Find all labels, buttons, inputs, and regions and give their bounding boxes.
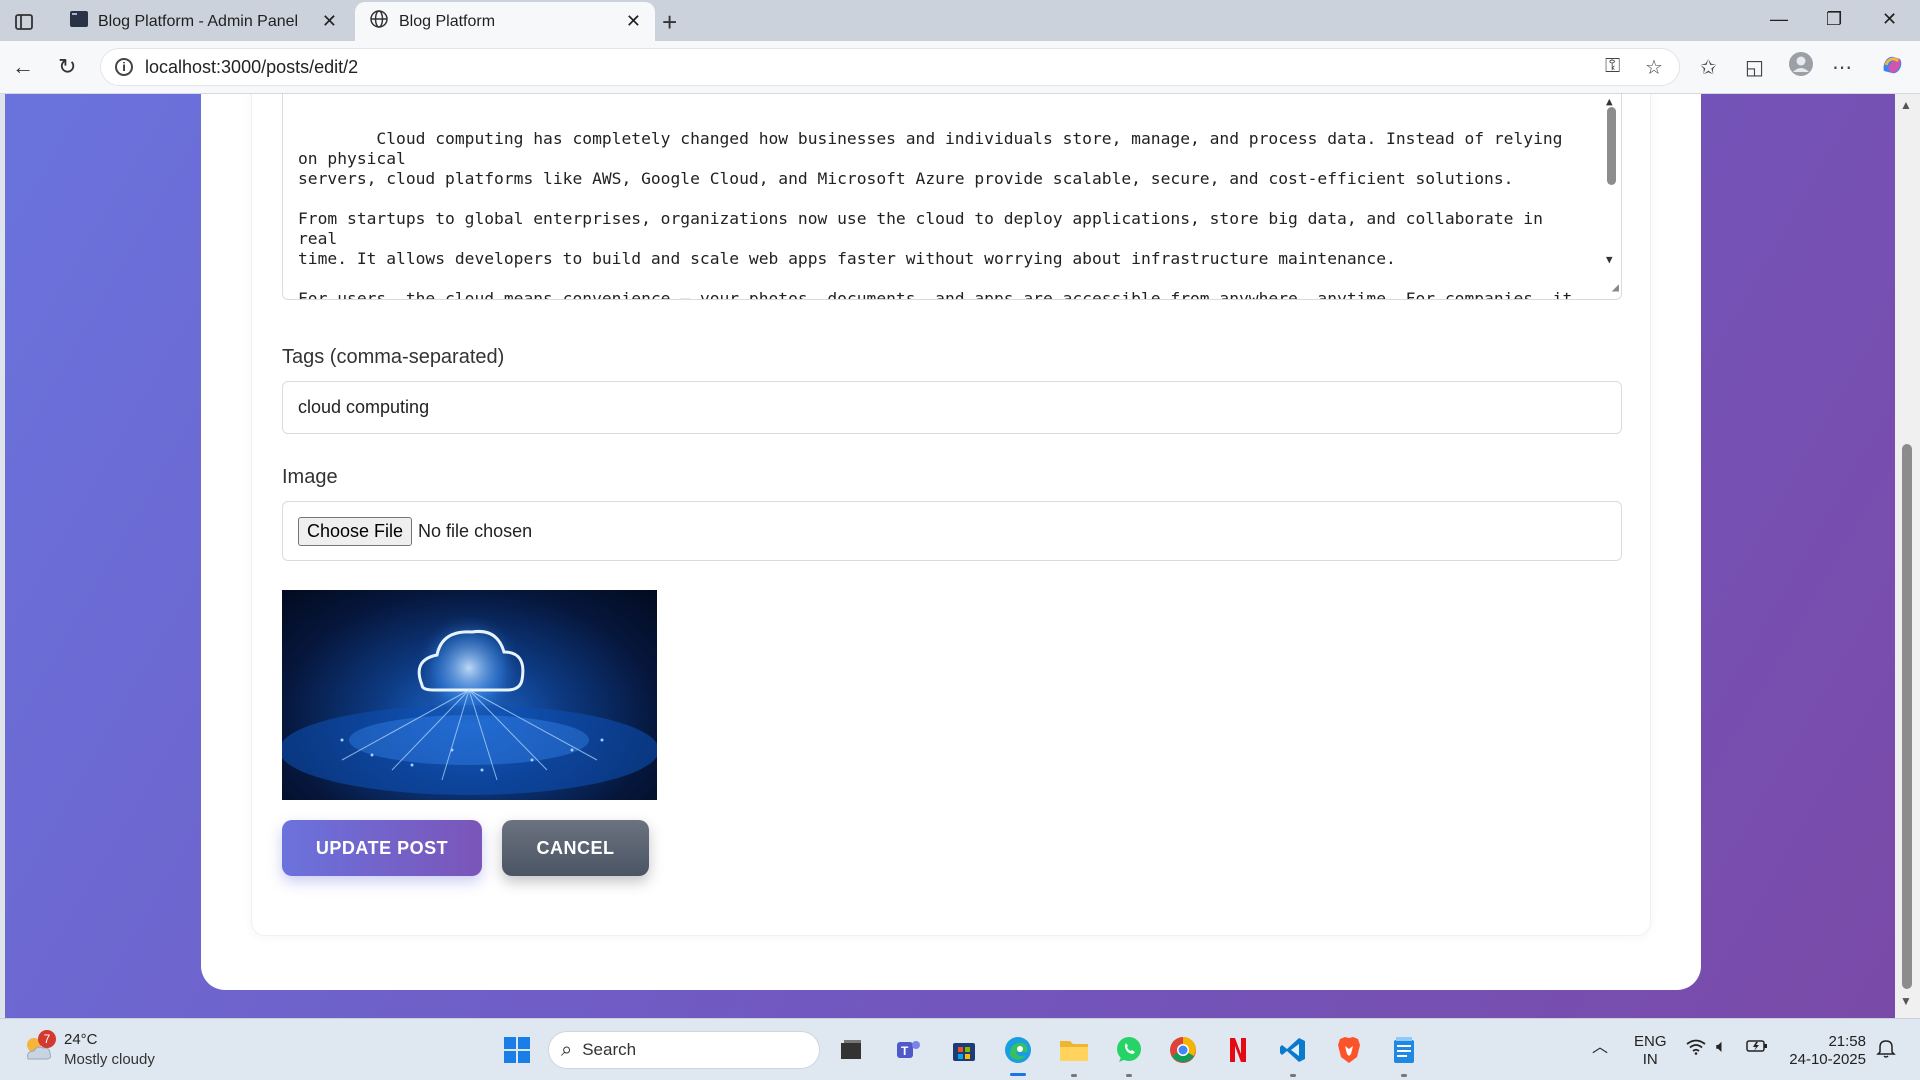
tags-input[interactable]: cloud computing — [282, 381, 1622, 434]
weather-condition: Mostly cloudy — [64, 1051, 155, 1068]
copilot-icon[interactable] — [1878, 51, 1906, 85]
scroll-down-icon[interactable]: ▼ — [1606, 250, 1613, 270]
page-background: Cloud computing has completely changed h… — [5, 94, 1895, 1018]
image-file-input[interactable]: Choose File No file chosen — [282, 501, 1622, 561]
time: 21:58 — [1828, 1033, 1866, 1050]
running-app-indicator — [1126, 1074, 1132, 1077]
tab-title: Blog Platform — [399, 12, 496, 30]
tab-close-icon[interactable]: ✕ — [322, 11, 337, 32]
back-icon[interactable]: ← — [12, 54, 34, 80]
active-app-indicator — [1010, 1073, 1026, 1076]
favorite-star-icon[interactable]: ☆ — [1645, 55, 1663, 80]
browser-essentials-icon[interactable]: ◱ — [1745, 55, 1764, 80]
key-icon[interactable]: ⚿ — [1605, 55, 1620, 78]
post-image-preview — [282, 590, 657, 800]
running-app-indicator — [1071, 1074, 1077, 1077]
cancel-button[interactable]: CANCEL — [502, 820, 649, 876]
favorites-icon[interactable]: ✩ — [1700, 55, 1717, 80]
refresh-icon[interactable]: ↻ — [58, 54, 76, 80]
clock[interactable]: 21:58 24-10-2025 — [1784, 1033, 1866, 1069]
netflix-icon[interactable] — [1223, 1035, 1253, 1065]
show-hidden-icons-icon[interactable]: ︿ — [1592, 1039, 1608, 1057]
tab-blog-platform[interactable]: Blog Platform ✕ — [355, 2, 655, 41]
content-textarea[interactable]: Cloud computing has completely changed h… — [282, 94, 1622, 300]
volume-icon[interactable]: 🔈︎ — [1716, 1037, 1727, 1055]
content-text: Cloud computing has completely changed h… — [298, 129, 1573, 300]
brave-icon[interactable] — [1334, 1035, 1364, 1065]
page-scroll-thumb[interactable] — [1902, 444, 1912, 989]
scroll-down-icon[interactable]: ▼ — [1900, 994, 1912, 1008]
tab-title: Blog Platform - Admin Panel — [98, 12, 299, 30]
url-field[interactable]: i localhost:3000/posts/edit/2 — [100, 48, 1680, 86]
edit-post-form: Cloud computing has completely changed h… — [251, 94, 1651, 936]
tab-actions-icon[interactable] — [12, 10, 36, 34]
file-status: No file chosen — [418, 520, 533, 541]
url-text: localhost:3000/posts/edit/2 — [145, 56, 359, 77]
image-label: Image — [282, 466, 338, 488]
address-bar: ← ↻ i localhost:3000/posts/edit/2 ⚿ ☆ ✩ … — [0, 41, 1920, 94]
tab-admin-panel[interactable]: Blog Platform - Admin Panel ✕ — [56, 2, 351, 41]
page-scrollbar[interactable]: ▲ ▼ — [1895, 94, 1920, 1018]
language-code: ENG — [1634, 1033, 1667, 1050]
textarea-scroll-thumb[interactable] — [1607, 107, 1616, 185]
minimize-icon[interactable]: — — [1770, 9, 1788, 30]
scroll-up-icon[interactable]: ▲ — [1900, 98, 1912, 112]
taskbar: 7 24°C Mostly cloudy ⌕ Search T ︿ ENG IN… — [0, 1018, 1920, 1080]
globe-icon — [369, 9, 389, 34]
search-placeholder: Search — [582, 1040, 637, 1059]
battery-icon[interactable] — [1746, 1039, 1768, 1058]
store-icon[interactable] — [949, 1035, 979, 1065]
running-app-indicator — [1401, 1074, 1407, 1077]
close-window-icon[interactable]: ✕ — [1882, 9, 1897, 30]
terminal-icon — [70, 11, 88, 32]
task-view-icon[interactable] — [836, 1035, 866, 1065]
new-tab-icon[interactable]: + — [662, 7, 677, 38]
windows-start-icon[interactable] — [502, 1035, 532, 1065]
date: 24-10-2025 — [1789, 1051, 1866, 1068]
temperature: 24°C — [64, 1031, 98, 1048]
resize-grip-icon[interactable]: ◢ — [1612, 277, 1619, 297]
page-card: Cloud computing has completely changed h… — [201, 94, 1701, 990]
whatsapp-icon[interactable] — [1114, 1035, 1144, 1065]
tab-bar: Blog Platform - Admin Panel ✕ Blog Platf… — [0, 0, 1920, 41]
notepad-icon[interactable] — [1389, 1035, 1419, 1065]
notifications-icon[interactable] — [1876, 1038, 1896, 1063]
region-code: IN — [1642, 1051, 1658, 1068]
svg-text:T: T — [901, 1044, 909, 1058]
weather-badge: 7 — [38, 1030, 56, 1048]
wifi-icon[interactable] — [1686, 1039, 1706, 1060]
language-indicator[interactable]: ENG IN — [1634, 1033, 1667, 1069]
tags-label: Tags (comma-separated) — [282, 346, 505, 368]
vscode-icon[interactable] — [1278, 1035, 1308, 1065]
textarea-scrollbar[interactable]: ▲ ▼ — [1605, 94, 1619, 290]
chrome-icon[interactable] — [1168, 1035, 1198, 1065]
search-icon: ⌕ — [561, 1038, 573, 1061]
taskbar-search[interactable]: ⌕ Search — [548, 1031, 820, 1069]
running-app-indicator — [1290, 1074, 1296, 1077]
tab-close-icon[interactable]: ✕ — [626, 11, 641, 32]
site-info-icon[interactable]: i — [115, 58, 133, 76]
more-options-icon[interactable]: ⋯ — [1832, 55, 1852, 80]
update-post-button[interactable]: UPDATE POST — [282, 820, 482, 876]
tags-value: cloud computing — [298, 397, 430, 417]
cloud-network-image — [282, 605, 657, 795]
restore-icon[interactable]: ❐ — [1826, 9, 1842, 30]
profile-avatar-icon[interactable] — [1788, 51, 1814, 83]
choose-file-button[interactable]: Choose File — [298, 516, 413, 546]
teams-icon[interactable]: T — [893, 1035, 923, 1065]
file-explorer-icon[interactable] — [1059, 1035, 1089, 1065]
edge-icon[interactable] — [1003, 1035, 1033, 1065]
